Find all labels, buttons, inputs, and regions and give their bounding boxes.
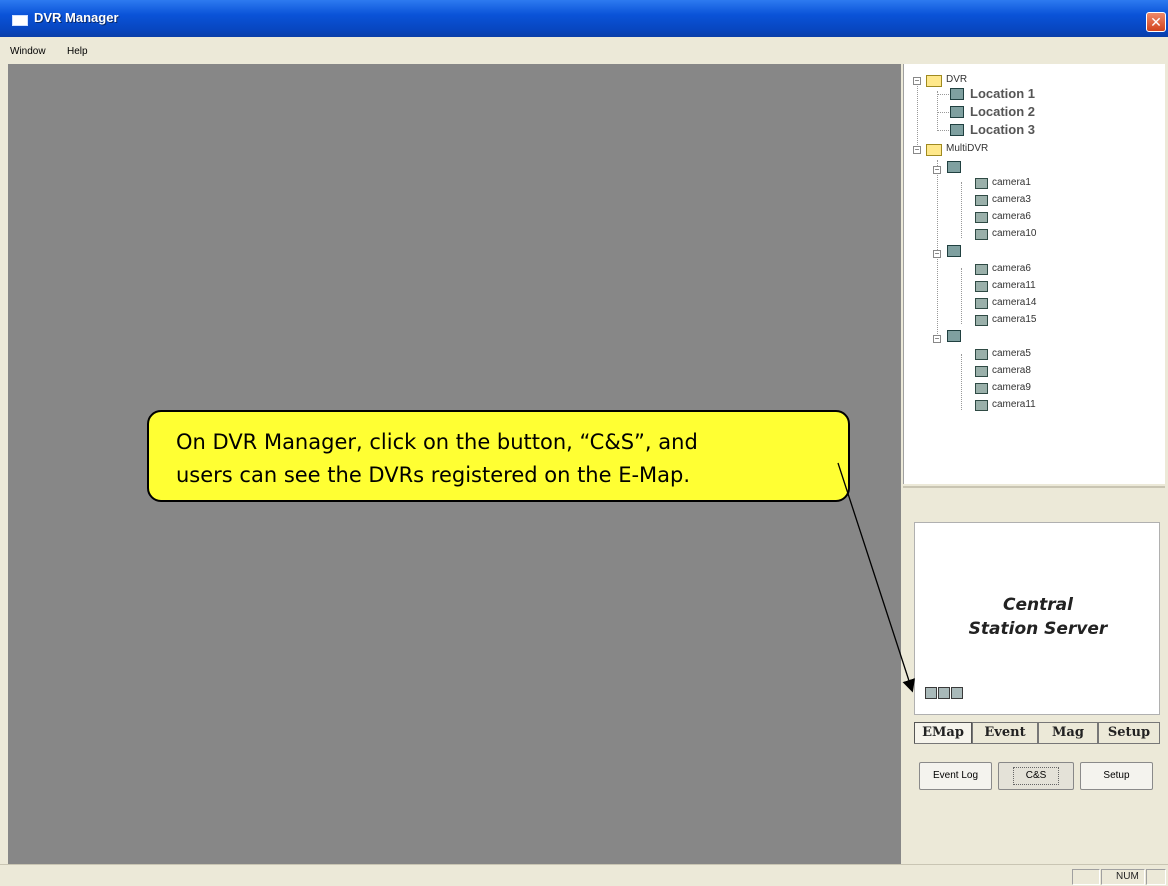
menu-help[interactable]: Help [67,46,88,57]
camera-icon [975,178,988,189]
camera-icon [975,264,988,275]
camera-icon [975,212,988,223]
tab-mag[interactable]: Mag [1038,722,1098,744]
tree-item-camera[interactable]: camera6 [992,263,1031,274]
folder-icon [926,75,942,87]
instruction-callout: On DVR Manager, click on the button, “C&… [147,410,850,502]
tree-item-camera[interactable]: camera5 [992,348,1031,359]
camera-icon [975,349,988,360]
tree-item-camera[interactable]: camera8 [992,365,1031,376]
tree-item-multidvr[interactable]: MultiDVR [946,143,988,154]
close-button[interactable]: ✕ [1146,12,1166,32]
dvr-icon[interactable] [947,245,961,257]
multidvr-node-expander[interactable]: − [933,335,941,343]
dvr-tree-panel[interactable]: − DVR Location 1 Location 2 Location 3 −… [903,64,1165,484]
tree-item-camera[interactable]: camera1 [992,177,1031,188]
event-log-button[interactable]: Event Log [919,762,992,790]
status-num: NUM [1101,869,1145,885]
camera-icon [975,366,988,377]
status-bar: NUM [0,864,1168,886]
dvr-icon[interactable] [938,687,950,699]
dvr-icon[interactable] [951,687,963,699]
status-cell-empty [1146,869,1166,885]
tree-item-camera[interactable]: camera11 [992,280,1036,291]
multidvr-expander[interactable]: − [913,146,921,154]
tree-item-location-3[interactable]: Location 3 [970,122,1035,137]
tree-item-camera[interactable]: camera6 [992,211,1031,222]
status-cell-empty [1072,869,1100,885]
dvr-icon [950,88,964,100]
tree-item-camera[interactable]: camera15 [992,314,1036,325]
setup-button[interactable]: Setup [1080,762,1153,790]
camera-icon [975,315,988,326]
station-title-line2: Station Server [968,619,1108,639]
tree-item-location-2[interactable]: Location 2 [970,104,1035,119]
tab-emap[interactable]: EMap [914,722,972,744]
tree-item-camera[interactable]: camera10 [992,228,1036,239]
dvr-icon[interactable] [947,330,961,342]
tree-item-dvr[interactable]: DVR [946,74,967,85]
dvr-icon[interactable] [947,161,961,173]
camera-icon [975,400,988,411]
dvr-expander[interactable]: − [913,77,921,85]
menu-bar: Window Help [0,37,1168,64]
tree-item-location-1[interactable]: Location 1 [970,86,1035,101]
camera-icon [975,383,988,394]
cs-button[interactable]: C&S [998,762,1074,790]
folder-icon [926,144,942,156]
tree-item-camera[interactable]: camera11 [992,399,1036,410]
tab-setup[interactable]: Setup [1098,722,1160,744]
callout-line-2: users can see the DVRs registered on the… [176,463,691,487]
window-title: DVR Manager [34,10,119,25]
camera-icon [975,298,988,309]
tree-item-camera[interactable]: camera9 [992,382,1031,393]
cs-button-label: C&S [1012,767,1060,785]
dvr-icon [950,106,964,118]
tab-strip: EMap Event Mag Setup [914,722,1160,744]
callout-line-1: On DVR Manager, click on the button, “C&… [176,430,698,454]
camera-icon [975,195,988,206]
tab-event[interactable]: Event [972,722,1038,744]
tree-item-camera[interactable]: camera3 [992,194,1031,205]
emap-dvr-icons[interactable] [925,686,964,704]
camera-icon [975,229,988,240]
app-icon [12,15,28,26]
camera-icon [975,281,988,292]
dvr-icon [950,124,964,136]
station-title-line1: Central [1003,595,1073,615]
multidvr-node-expander[interactable]: − [933,250,941,258]
title-bar: DVR Manager ✕ [0,0,1168,37]
dvr-icon[interactable] [925,687,937,699]
tree-item-camera[interactable]: camera14 [992,297,1036,308]
multidvr-node-expander[interactable]: − [933,166,941,174]
emap-view[interactable]: Central Station Server [914,522,1160,715]
menu-window[interactable]: Window [10,46,46,57]
